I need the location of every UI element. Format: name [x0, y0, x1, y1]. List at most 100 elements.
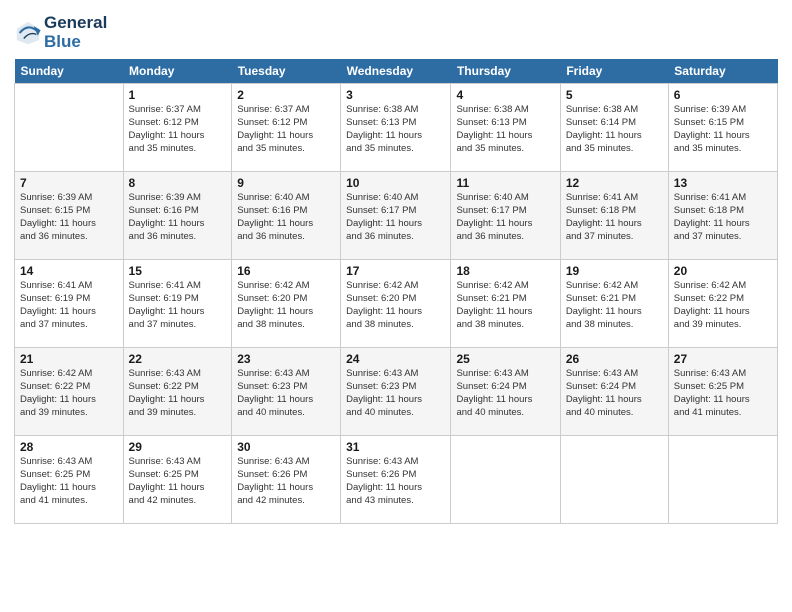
calendar-cell: 24 Sunrise: 6:43 AMSunset: 6:23 PMDayligh…	[341, 348, 451, 436]
day-info: Sunrise: 6:43 AMSunset: 6:24 PMDaylight:…	[456, 368, 554, 419]
week-row-1: 1Sunrise: 6:37 AMSunset: 6:12 PMDaylight…	[15, 84, 778, 172]
day-info: Sunrise: 6:43 AMSunset: 6:25 PMDaylight:…	[674, 368, 772, 419]
logo-text: General Blue	[44, 14, 107, 51]
day-number: 4	[456, 88, 554, 102]
day-info: Sunrise: 6:41 AMSunset: 6:19 PMDaylight:…	[20, 280, 118, 331]
day-header-saturday: Saturday	[668, 59, 777, 84]
day-info: Sunrise: 6:40 AMSunset: 6:17 PMDaylight:…	[456, 192, 554, 243]
calendar-cell: 7Sunrise: 6:39 AMSunset: 6:15 PMDaylight…	[15, 172, 124, 260]
day-number: 17	[346, 264, 445, 278]
logo: General Blue	[14, 14, 107, 51]
header-row: SundayMondayTuesdayWednesdayThursdayFrid…	[15, 59, 778, 84]
day-info: Sunrise: 6:43 AMSunset: 6:23 PMDaylight:…	[346, 368, 445, 419]
calendar-cell: 14 Sunrise: 6:41 AMSunset: 6:19 PMDayligh…	[15, 260, 124, 348]
day-number: 20	[674, 264, 772, 278]
calendar-cell: 5 Sunrise: 6:38 AMSunset: 6:14 PMDaylight…	[560, 84, 668, 172]
day-number: 22	[129, 352, 227, 366]
calendar-cell: 8Sunrise: 6:39 AMSunset: 6:16 PMDaylight…	[123, 172, 232, 260]
calendar-cell: 6Sunrise: 6:39 AMSunset: 6:15 PMDaylight…	[668, 84, 777, 172]
calendar-cell	[668, 436, 777, 524]
day-info: Sunrise: 6:41 AMSunset: 6:18 PMDaylight:…	[566, 192, 663, 243]
calendar-cell: 22Sunrise: 6:43 AMSunset: 6:22 PMDayligh…	[123, 348, 232, 436]
day-number: 27	[674, 352, 772, 366]
calendar-cell: 25 Sunrise: 6:43 AMSunset: 6:24 PMDayligh…	[451, 348, 560, 436]
day-header-tuesday: Tuesday	[232, 59, 341, 84]
day-number: 13	[674, 176, 772, 190]
day-info: Sunrise: 6:42 AMSunset: 6:20 PMDaylight:…	[237, 280, 335, 331]
day-info: Sunrise: 6:40 AMSunset: 6:17 PMDaylight:…	[346, 192, 445, 243]
calendar-cell: 17Sunrise: 6:42 AMSunset: 6:20 PMDayligh…	[341, 260, 451, 348]
day-number: 16	[237, 264, 335, 278]
day-info: Sunrise: 6:41 AMSunset: 6:19 PMDaylight:…	[129, 280, 227, 331]
day-info: Sunrise: 6:43 AMSunset: 6:25 PMDaylight:…	[20, 456, 118, 507]
calendar-cell: 21 Sunrise: 6:42 AMSunset: 6:22 PMDayligh…	[15, 348, 124, 436]
calendar-cell: 19 Sunrise: 6:42 AMSunset: 6:21 PMDayligh…	[560, 260, 668, 348]
calendar-cell: 9 Sunrise: 6:40 AMSunset: 6:16 PMDaylight…	[232, 172, 341, 260]
week-row-5: 28 Sunrise: 6:43 AMSunset: 6:25 PMDayligh…	[15, 436, 778, 524]
day-info: Sunrise: 6:38 AMSunset: 6:14 PMDaylight:…	[566, 104, 663, 155]
calendar-cell	[560, 436, 668, 524]
day-number: 12	[566, 176, 663, 190]
day-info: Sunrise: 6:43 AMSunset: 6:25 PMDaylight:…	[129, 456, 227, 507]
calendar-cell: 15 Sunrise: 6:41 AMSunset: 6:19 PMDayligh…	[123, 260, 232, 348]
calendar-cell: 3Sunrise: 6:38 AMSunset: 6:13 PMDaylight…	[341, 84, 451, 172]
calendar-cell: 16 Sunrise: 6:42 AMSunset: 6:20 PMDayligh…	[232, 260, 341, 348]
calendar-cell: 13Sunrise: 6:41 AMSunset: 6:18 PMDayligh…	[668, 172, 777, 260]
calendar-cell: 11 Sunrise: 6:40 AMSunset: 6:17 PMDayligh…	[451, 172, 560, 260]
day-info: Sunrise: 6:38 AMSunset: 6:13 PMDaylight:…	[456, 104, 554, 155]
calendar-table: SundayMondayTuesdayWednesdayThursdayFrid…	[14, 59, 778, 524]
day-info: Sunrise: 6:43 AMSunset: 6:24 PMDaylight:…	[566, 368, 663, 419]
calendar-cell: 1Sunrise: 6:37 AMSunset: 6:12 PMDaylight…	[123, 84, 232, 172]
day-info: Sunrise: 6:43 AMSunset: 6:23 PMDaylight:…	[237, 368, 335, 419]
calendar-cell: 28 Sunrise: 6:43 AMSunset: 6:25 PMDayligh…	[15, 436, 124, 524]
day-number: 18	[456, 264, 554, 278]
day-info: Sunrise: 6:39 AMSunset: 6:15 PMDaylight:…	[20, 192, 118, 243]
day-number: 26	[566, 352, 663, 366]
day-number: 14	[20, 264, 118, 278]
day-header-wednesday: Wednesday	[341, 59, 451, 84]
day-info: Sunrise: 6:42 AMSunset: 6:22 PMDaylight:…	[674, 280, 772, 331]
day-number: 9	[237, 176, 335, 190]
day-number: 28	[20, 440, 118, 454]
calendar-cell: 31Sunrise: 6:43 AMSunset: 6:26 PMDayligh…	[341, 436, 451, 524]
day-number: 2	[237, 88, 335, 102]
day-number: 29	[129, 440, 227, 454]
day-info: Sunrise: 6:42 AMSunset: 6:22 PMDaylight:…	[20, 368, 118, 419]
day-number: 19	[566, 264, 663, 278]
page-container: General Blue SundayMondayTuesdayWednesda…	[0, 0, 792, 534]
day-number: 10	[346, 176, 445, 190]
calendar-cell	[451, 436, 560, 524]
day-number: 30	[237, 440, 335, 454]
day-info: Sunrise: 6:37 AMSunset: 6:12 PMDaylight:…	[129, 104, 227, 155]
calendar-cell: 26 Sunrise: 6:43 AMSunset: 6:24 PMDayligh…	[560, 348, 668, 436]
week-row-3: 14 Sunrise: 6:41 AMSunset: 6:19 PMDayligh…	[15, 260, 778, 348]
day-header-monday: Monday	[123, 59, 232, 84]
day-number: 15	[129, 264, 227, 278]
calendar-cell: 12 Sunrise: 6:41 AMSunset: 6:18 PMDayligh…	[560, 172, 668, 260]
calendar-cell: 30 Sunrise: 6:43 AMSunset: 6:26 PMDayligh…	[232, 436, 341, 524]
calendar-cell	[15, 84, 124, 172]
week-row-4: 21 Sunrise: 6:42 AMSunset: 6:22 PMDayligh…	[15, 348, 778, 436]
day-info: Sunrise: 6:42 AMSunset: 6:21 PMDaylight:…	[456, 280, 554, 331]
day-number: 11	[456, 176, 554, 190]
calendar-cell: 23 Sunrise: 6:43 AMSunset: 6:23 PMDayligh…	[232, 348, 341, 436]
day-header-friday: Friday	[560, 59, 668, 84]
day-info: Sunrise: 6:37 AMSunset: 6:12 PMDaylight:…	[237, 104, 335, 155]
day-info: Sunrise: 6:40 AMSunset: 6:16 PMDaylight:…	[237, 192, 335, 243]
day-info: Sunrise: 6:42 AMSunset: 6:21 PMDaylight:…	[566, 280, 663, 331]
day-number: 25	[456, 352, 554, 366]
calendar-cell: 29 Sunrise: 6:43 AMSunset: 6:25 PMDayligh…	[123, 436, 232, 524]
calendar-cell: 18 Sunrise: 6:42 AMSunset: 6:21 PMDayligh…	[451, 260, 560, 348]
day-number: 21	[20, 352, 118, 366]
day-number: 31	[346, 440, 445, 454]
day-info: Sunrise: 6:39 AMSunset: 6:15 PMDaylight:…	[674, 104, 772, 155]
day-number: 24	[346, 352, 445, 366]
day-info: Sunrise: 6:43 AMSunset: 6:26 PMDaylight:…	[237, 456, 335, 507]
calendar-cell: 4 Sunrise: 6:38 AMSunset: 6:13 PMDaylight…	[451, 84, 560, 172]
calendar-cell: 20 Sunrise: 6:42 AMSunset: 6:22 PMDayligh…	[668, 260, 777, 348]
day-number: 5	[566, 88, 663, 102]
week-row-2: 7Sunrise: 6:39 AMSunset: 6:15 PMDaylight…	[15, 172, 778, 260]
calendar-cell: 2 Sunrise: 6:37 AMSunset: 6:12 PMDaylight…	[232, 84, 341, 172]
day-header-thursday: Thursday	[451, 59, 560, 84]
day-number: 23	[237, 352, 335, 366]
